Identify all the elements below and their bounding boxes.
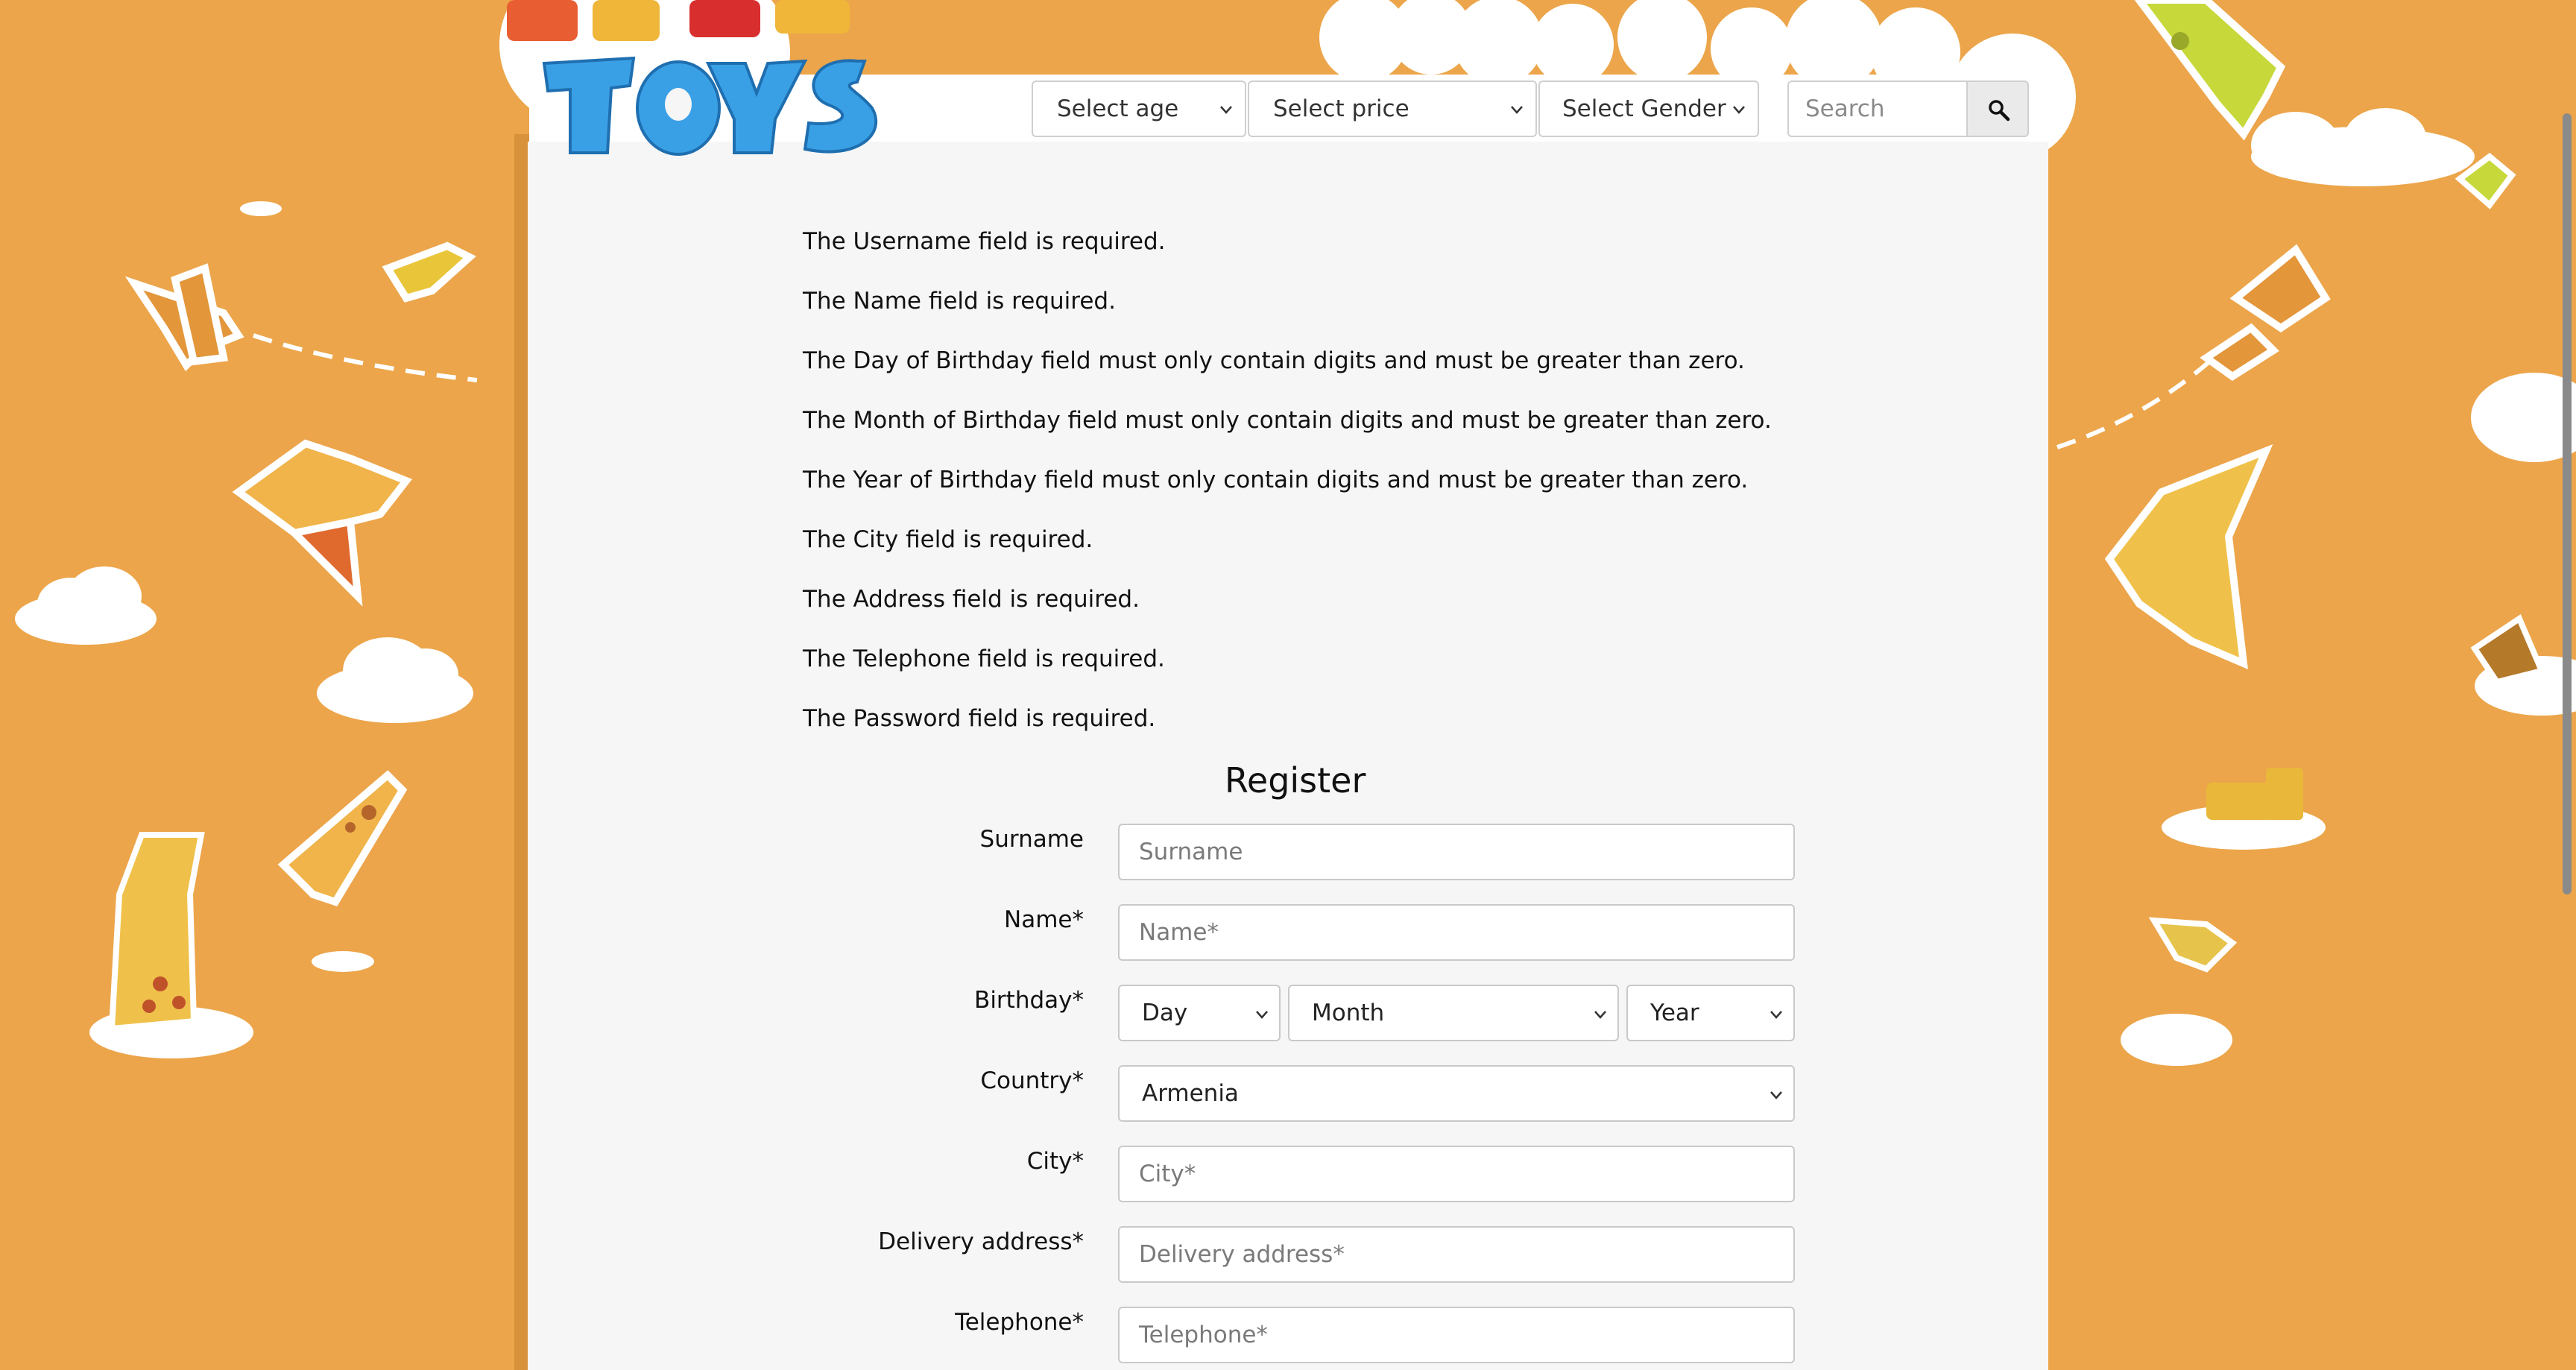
error-message: The Address field is required. <box>803 586 1140 613</box>
delivery-address-placeholder: Delivery address* <box>1139 1241 1345 1268</box>
search-placeholder: Search <box>1805 95 1885 122</box>
country-label: Country* <box>980 1067 1084 1094</box>
country-select[interactable]: Armenia <box>1118 1065 1795 1122</box>
birthday-day-select[interactable]: Day <box>1118 985 1281 1041</box>
price-select-label: Select price <box>1273 95 1409 122</box>
country-select-value: Armenia <box>1142 1080 1239 1107</box>
age-select-label: Select age <box>1057 95 1179 122</box>
name-input[interactable]: Name* <box>1118 904 1795 961</box>
city-input[interactable]: City* <box>1118 1146 1795 1202</box>
register-title: Register <box>1225 760 1366 801</box>
month-select-value: Month <box>1312 1000 1385 1026</box>
delivery-address-label: Delivery address* <box>878 1228 1084 1255</box>
search-input[interactable]: Search <box>1787 81 1966 137</box>
birthday-month-select[interactable]: Month <box>1288 985 1619 1041</box>
error-message: The Month of Birthday field must only co… <box>803 407 1772 434</box>
error-message: The Year of Birthday field must only con… <box>803 467 1749 493</box>
birthday-label: Birthday* <box>974 987 1084 1014</box>
birthday-year-select[interactable]: Year <box>1626 985 1795 1041</box>
search-button[interactable] <box>1966 81 2029 137</box>
chevron-down-icon <box>1594 1011 1606 1019</box>
surname-label: Surname <box>979 826 1084 853</box>
chevron-down-icon <box>1220 106 1232 114</box>
name-placeholder: Name* <box>1139 919 1219 946</box>
telephone-input[interactable]: Telephone* <box>1118 1307 1795 1363</box>
city-label: City* <box>1026 1148 1084 1175</box>
surname-placeholder: Surname <box>1139 839 1243 865</box>
error-message: The Telephone field is required. <box>803 645 1165 672</box>
name-label: Name* <box>1004 906 1084 933</box>
page-scrollbar[interactable] <box>2563 113 2572 894</box>
mega-toys-logo[interactable] <box>507 0 909 164</box>
error-message: The Day of Birthday field must only cont… <box>803 347 1745 374</box>
surname-input[interactable]: Surname <box>1118 824 1795 880</box>
city-placeholder: City* <box>1139 1161 1196 1187</box>
error-message: The Username field is required. <box>803 228 1166 255</box>
error-message: The Name field is required. <box>803 288 1116 315</box>
error-message: The Password field is required. <box>803 705 1156 732</box>
telephone-placeholder: Telephone* <box>1139 1322 1268 1348</box>
chevron-down-icon <box>1733 106 1745 114</box>
year-select-value: Year <box>1650 1000 1699 1026</box>
gender-select-label: Select Gender <box>1562 95 1726 122</box>
day-select-value: Day <box>1142 1000 1188 1026</box>
error-message: The City field is required. <box>803 526 1093 553</box>
search-icon <box>1989 100 2010 121</box>
chevron-down-icon <box>1770 1011 1782 1019</box>
age-select[interactable]: Select age <box>1032 81 1246 137</box>
gender-select[interactable]: Select Gender <box>1538 81 1759 137</box>
chevron-down-icon <box>1256 1011 1268 1019</box>
delivery-address-input[interactable]: Delivery address* <box>1118 1226 1795 1283</box>
chevron-down-icon <box>1770 1091 1782 1099</box>
price-select[interactable]: Select price <box>1248 81 1537 137</box>
telephone-label: Telephone* <box>955 1309 1084 1336</box>
chevron-down-icon <box>1511 106 1523 114</box>
